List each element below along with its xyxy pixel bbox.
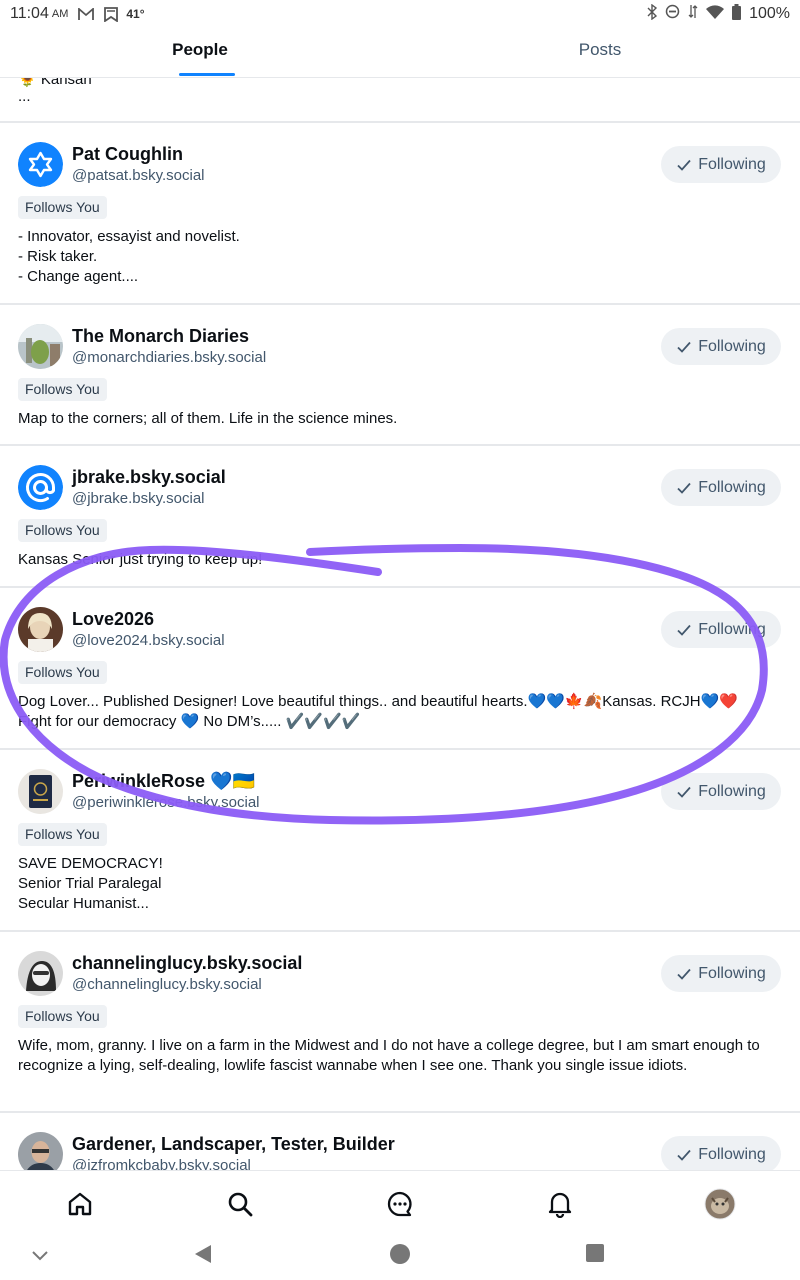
following-button-label: Following	[698, 155, 766, 173]
search-results-tabs: People Posts	[0, 28, 800, 78]
bio-text: Dog Lover... Published Designer! Love be…	[18, 693, 738, 730]
user-handle: @channelinglucy.bsky.social	[72, 976, 262, 993]
following-button-label: Following	[698, 620, 766, 638]
display-name[interactable]: The Monarch Diaries	[72, 326, 249, 347]
bio-text: Wife, mom, granny. I live on a farm in t…	[18, 1037, 760, 1074]
bio-text: ...	[18, 88, 31, 105]
bio-text: SAVE DEMOCRACY! Senior Trial Paralegal S…	[18, 855, 163, 912]
following-button[interactable]: Following	[661, 328, 781, 365]
back-icon[interactable]	[193, 1244, 213, 1269]
check-icon	[677, 968, 691, 980]
following-button-label: Following	[698, 1145, 766, 1163]
status-time: 11:04	[10, 5, 49, 22]
avatar[interactable]	[18, 465, 63, 510]
user-handle: @monarchdiaries.bsky.social	[72, 349, 267, 366]
check-icon	[677, 482, 691, 494]
bio-text: 🌻 Kansan	[18, 78, 92, 88]
tab-people[interactable]: People	[0, 28, 400, 77]
avatar[interactable]	[18, 1132, 63, 1170]
display-name[interactable]: PeriwinkleRose 💙🇺🇦	[72, 771, 255, 792]
following-button[interactable]: Following	[661, 1136, 781, 1170]
check-icon	[677, 159, 691, 171]
active-tab-indicator	[179, 73, 235, 76]
follows-you-badge: Follows You	[18, 196, 107, 219]
notifications-icon[interactable]	[530, 1174, 590, 1234]
check-icon	[677, 786, 691, 798]
bio-text: Map to the corners; all of them. Life in…	[18, 410, 398, 427]
display-name[interactable]: jbrake.bsky.social	[72, 467, 226, 488]
profile-card[interactable]: jbrake.bsky.social @jbrake.bsky.social F…	[0, 446, 800, 588]
tab-posts-label: Posts	[578, 40, 622, 59]
chat-icon[interactable]	[370, 1174, 430, 1234]
home-icon[interactable]	[50, 1174, 110, 1234]
user-handle: @periwinklerose.bsky.social	[72, 794, 260, 811]
avatar[interactable]	[18, 607, 63, 652]
profile-card[interactable]: Love2026 @love2024.bsky.social Following…	[0, 588, 800, 750]
search-icon[interactable]	[210, 1174, 270, 1234]
user-handle: @patsat.bsky.social	[72, 167, 205, 184]
display-name[interactable]: Pat Coughlin	[72, 144, 183, 165]
list-item[interactable]: 🌻 Kansan ...	[0, 78, 800, 123]
battery-icon	[732, 3, 742, 25]
avatar[interactable]	[18, 324, 63, 369]
following-button[interactable]: Following	[661, 146, 781, 183]
gmail-icon	[78, 7, 95, 21]
profile-avatar[interactable]	[690, 1174, 750, 1234]
following-button-label: Following	[698, 782, 766, 800]
follows-you-badge: Follows You	[18, 1005, 107, 1028]
tab-posts[interactable]: Posts	[400, 28, 800, 77]
avatar[interactable]	[18, 142, 63, 187]
profile-card[interactable]: channelinglucy.bsky.social @channelinglu…	[0, 932, 800, 1113]
display-name[interactable]: channelinglucy.bsky.social	[72, 953, 302, 974]
bottom-navigation	[0, 1170, 800, 1236]
following-button[interactable]: Following	[661, 773, 781, 810]
following-button[interactable]: Following	[661, 469, 781, 506]
user-handle: @jbrake.bsky.social	[72, 490, 205, 507]
check-icon	[677, 624, 691, 636]
follows-you-badge: Follows You	[18, 378, 107, 401]
follows-you-badge: Follows You	[18, 519, 107, 542]
wifi-icon	[706, 4, 725, 24]
bluetooth-icon	[647, 3, 658, 25]
profile-card[interactable]: Pat Coughlin @patsat.bsky.social Followi…	[0, 123, 800, 305]
display-name[interactable]: Gardener, Landscaper, Tester, Builder	[72, 1134, 395, 1155]
status-temperature: 41°	[126, 7, 145, 21]
avatar[interactable]	[18, 951, 63, 996]
profile-card[interactable]: The Monarch Diaries @monarchdiaries.bsky…	[0, 305, 800, 446]
avatar[interactable]	[18, 769, 63, 814]
tab-people-label: People	[172, 40, 228, 59]
following-button-label: Following	[698, 478, 766, 496]
following-button-label: Following	[698, 964, 766, 982]
data-transfer-icon	[688, 4, 698, 24]
profile-card[interactable]: PeriwinkleRose 💙🇺🇦 @periwinklerose.bsky.…	[0, 750, 800, 932]
profile-card[interactable]: Gardener, Landscaper, Tester, Builder @j…	[0, 1113, 800, 1170]
display-name[interactable]: Love2026	[72, 609, 154, 630]
check-icon	[677, 1149, 691, 1161]
bio-text: Kansas Senior just trying to keep up!	[18, 551, 263, 568]
battery-percent: 100%	[749, 5, 790, 22]
following-button[interactable]: Following	[661, 955, 781, 992]
following-button[interactable]: Following	[661, 611, 781, 648]
bio-text: - Innovator, essayist and novelist. - Ri…	[18, 228, 240, 285]
home-button-icon[interactable]	[390, 1244, 410, 1269]
user-handle: @love2024.bsky.social	[72, 632, 225, 649]
following-button-label: Following	[698, 337, 766, 355]
bookmark-icon	[104, 6, 119, 22]
recents-icon[interactable]	[586, 1244, 604, 1267]
status-ampm: AM	[51, 8, 69, 20]
people-list: 🌻 Kansan ... Pat Coughlin @patsat.bsky.s…	[0, 78, 800, 1170]
follows-you-badge: Follows You	[18, 823, 107, 846]
status-bar: 11:04 AM 41° 100%	[0, 0, 800, 28]
chevron-down-icon[interactable]	[30, 1248, 50, 1267]
check-icon	[677, 341, 691, 353]
system-navigation-bar	[0, 1236, 800, 1280]
do-not-disturb-icon	[665, 4, 680, 24]
user-handle: @jzfromkcbaby.bsky.social	[72, 1157, 251, 1170]
follows-you-badge: Follows You	[18, 661, 107, 684]
